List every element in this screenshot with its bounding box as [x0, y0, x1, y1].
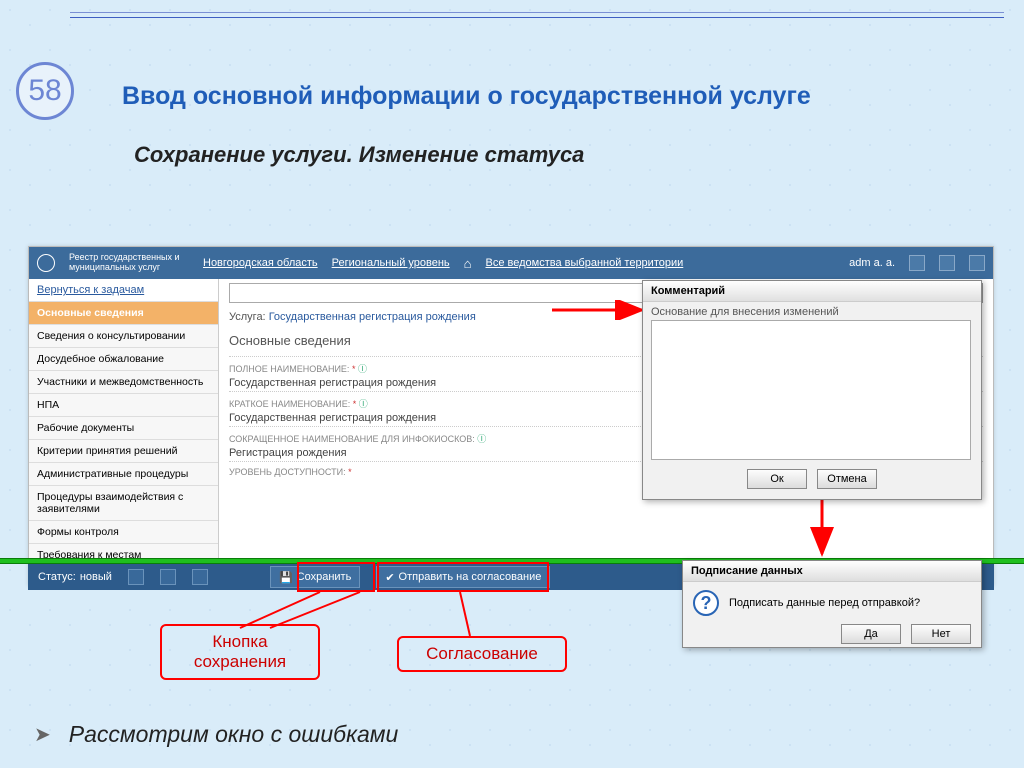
info-icon[interactable]: [939, 255, 955, 271]
sidebar-item[interactable]: Досудебное обжалование: [29, 348, 218, 371]
sidebar-item[interactable]: Участники и межведомственность: [29, 371, 218, 394]
help-icon[interactable]: ⓘ: [359, 399, 368, 409]
app-logo-icon: [37, 254, 55, 272]
required-mark: *: [348, 467, 352, 477]
question-icon: ?: [693, 590, 719, 616]
sidebar-item[interactable]: Формы контроля: [29, 521, 218, 544]
footer-bullet: ➤ Рассмотрим окно с ошибками: [34, 721, 398, 748]
comment-dialog: Комментарий Основание для внесения измен…: [642, 280, 982, 500]
sign-dialog-title: Подписание данных: [683, 561, 981, 582]
slide-number-badge: 58: [16, 62, 74, 120]
callout-send-text: Согласование: [426, 644, 538, 663]
status-label: Статус:: [38, 571, 76, 583]
required-mark: *: [353, 399, 357, 409]
sidebar-item[interactable]: Процедуры взаимодействия с заявителями: [29, 486, 218, 521]
sign-yes-button[interactable]: Да: [841, 624, 901, 644]
app-brand-text: Реестр государственных и муниципальных у…: [69, 253, 189, 273]
sign-no-button[interactable]: Нет: [911, 624, 971, 644]
callout-save-text: Кнопка сохранения: [194, 632, 286, 671]
callout-send: Согласование: [397, 636, 567, 672]
field-label: КРАТКОЕ НАИМЕНОВАНИЕ:: [229, 399, 350, 409]
comment-dialog-title: Комментарий: [643, 281, 981, 302]
slide-top-bar: [70, 12, 1004, 18]
service-name: Государственная регистрация рождения: [269, 311, 476, 323]
sidebar-item[interactable]: Административные процедуры: [29, 463, 218, 486]
sidebar-item[interactable]: НПА: [29, 394, 218, 417]
sign-dialog-message: Подписать данные перед отправкой?: [729, 597, 920, 609]
sidebar-item[interactable]: Основные сведения: [29, 302, 218, 325]
chevron-right-icon: ➤: [34, 722, 51, 747]
sidebar: Вернуться к задачам Основные сведения Св…: [29, 279, 219, 561]
comment-dialog-label: Основание для внесения изменений: [643, 302, 981, 320]
highlight-send: [377, 562, 549, 592]
help-icon[interactable]: ⓘ: [358, 364, 367, 374]
highlight-save: [297, 562, 375, 592]
footer-bullet-text: Рассмотрим окно с ошибками: [69, 721, 399, 748]
required-mark: *: [352, 364, 356, 374]
app-header: Реестр государственных и муниципальных у…: [29, 247, 993, 279]
field-label: СОКРАЩЕННОЕ НАИМЕНОВАНИЕ ДЛЯ ИНФОКИОСКОВ…: [229, 434, 475, 444]
sidebar-item[interactable]: Рабочие документы: [29, 417, 218, 440]
comment-cancel-button[interactable]: Отмена: [817, 469, 877, 489]
crumb-level[interactable]: Региональный уровень: [332, 257, 450, 269]
chat-icon[interactable]: [909, 255, 925, 271]
slide-subtitle: Сохранение услуги. Изменение статуса: [134, 142, 584, 168]
connector-send: [440, 588, 520, 638]
user-name: adm a. a.: [849, 257, 895, 269]
field-label: УРОВЕНЬ ДОСТУПНОСТИ:: [229, 467, 346, 477]
service-label: Услуга:: [229, 311, 266, 323]
status-value: новый: [80, 571, 112, 583]
comment-ok-button[interactable]: Ок: [747, 469, 807, 489]
callout-save: Кнопка сохранения: [160, 624, 320, 680]
comment-textarea[interactable]: [651, 320, 971, 460]
slide-title: Ввод основной информации о государственн…: [122, 82, 811, 111]
help-icon[interactable]: ⓘ: [477, 434, 486, 444]
sidebar-item[interactable]: Критерии принятия решений: [29, 440, 218, 463]
logout-icon[interactable]: [969, 255, 985, 271]
screen-icon[interactable]: [160, 569, 176, 585]
home-icon[interactable]: ⌂: [464, 256, 472, 271]
sidebar-item[interactable]: Сведения о консультировании: [29, 325, 218, 348]
floppy-icon: 💾: [279, 571, 293, 584]
back-to-tasks-link[interactable]: Вернуться к задачам: [29, 279, 218, 302]
crumb-dept[interactable]: Все ведомства выбранной территории: [486, 257, 684, 269]
crumb-region[interactable]: Новгородская область: [203, 257, 318, 269]
print-icon[interactable]: [128, 569, 144, 585]
field-label: ПОЛНОЕ НАИМЕНОВАНИЕ:: [229, 364, 349, 374]
sign-dialog: Подписание данных ? Подписать данные пер…: [682, 560, 982, 648]
doc-icon[interactable]: [192, 569, 208, 585]
slide-number: 58: [28, 74, 61, 108]
